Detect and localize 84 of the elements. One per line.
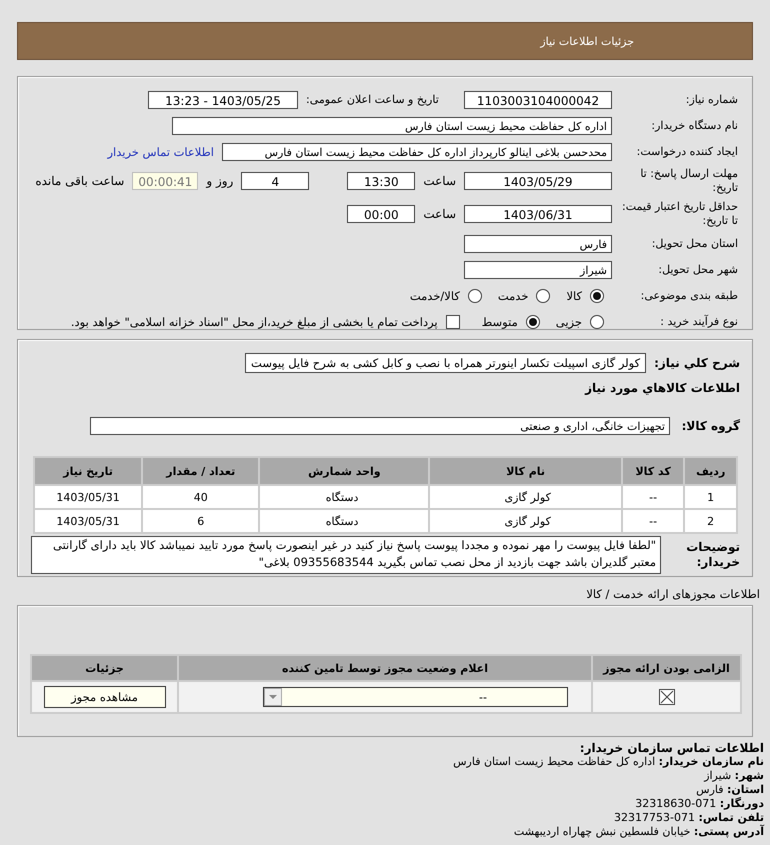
section-heading: اطلاعات کالاهاي مورد نياز <box>584 381 740 395</box>
table-cell: 40 <box>143 486 258 508</box>
header-title: جزئیات اطلاعات نیاز <box>540 34 634 48</box>
table-cell: 2 <box>685 510 736 532</box>
field-label: حداقل تاریخ اعتبار قیمت: تا تاریخ: <box>621 200 738 228</box>
buyer-contact-link[interactable]: اطلاعات تماس خریدار <box>107 144 214 158</box>
section-title: اطلاعات مجوزهای ارائه خدمت / کالا <box>585 587 760 601</box>
radio-label: متوسط <box>482 314 518 328</box>
field-label: استان محل تحویل: <box>650 237 738 250</box>
radio-label: جزیی <box>556 314 582 328</box>
field-label: نام دستگاه خریدار: <box>650 119 738 132</box>
contact-value: اداره کل حفاظت محیط زیست استان فارس <box>453 755 656 768</box>
summary-field: کولر گازی اسپیلت تکسار اینورتر همراه با نصب و کابل کشی به شرح فایل پیوست <box>245 352 646 372</box>
column-header: ردیف <box>685 458 736 484</box>
contact-title: اطلاعات تماس سازمان خریدار: <box>578 741 764 755</box>
field-label: تاریخ و ساعت اعلان عمومی: <box>306 93 440 106</box>
contact-label: آدرس پستی: <box>694 825 764 838</box>
table-cell: 6 <box>143 510 258 532</box>
province-field: فارس <box>464 234 612 252</box>
validity-time-field: 00:00 <box>347 205 416 223</box>
status-dropdown[interactable]: -- <box>263 687 568 707</box>
creator-field: محدحسن بلاغی اینالو کارپرداز اداره کل حفاظت محیط زیست استان فارس <box>222 142 612 160</box>
city-field: شیراز <box>464 260 612 278</box>
deadline-time-field: 13:30 <box>347 172 416 190</box>
countdown-field: 00:00:41 <box>132 172 198 190</box>
radio-label: کالا <box>566 288 582 302</box>
field-label: شماره نیاز: <box>684 93 738 106</box>
field-label: ساعت <box>423 207 456 221</box>
column-header: تعداد / مقدار <box>143 458 258 484</box>
radio-button[interactable] <box>590 288 604 302</box>
days-field: 4 <box>241 172 310 190</box>
column-header: اعلام وضعیت مجوز توسط تامین کننده <box>179 656 591 680</box>
checkbox[interactable] <box>446 314 460 328</box>
field-label: ساعت باقی مانده <box>35 174 124 188</box>
field-label: شهر محل تحویل: <box>657 263 738 276</box>
contact-value: شیراز <box>704 769 732 782</box>
column-header: جزئیات <box>32 656 177 680</box>
validity-date-field: 1403/06/31 <box>464 205 612 223</box>
field-label: شرح کلي نياز: <box>654 356 740 370</box>
contact-value: 071-32317753 <box>614 811 696 824</box>
contact-label: نام سازمان خریدار: <box>658 755 764 768</box>
table-cell: -- <box>622 486 684 508</box>
column-header: کد کالا <box>622 458 684 484</box>
table-cell: 1403/05/31 <box>35 486 142 508</box>
table-cell: کولر گازی <box>430 510 621 532</box>
field-label: طبقه بندی موضوعی: <box>640 289 738 302</box>
column-header: الزامی بودن ارائه مجوز <box>593 656 740 680</box>
radio-button[interactable] <box>536 288 550 302</box>
buyer-org-field: اداره کل حفاظت محیط زیست استان فارس <box>172 116 612 134</box>
buyer-notes-field: "لطفا فایل پیوست را مهر نموده و مجددا پیوست پاسخ نیاز کنید در غیر اینصورت پاسخ مورد تایید نمیباشد کالا باید دارای گارانتی معتبر گلدیران باشد جهت بازدید از محل نصب تماس بگیرید 09355683544 بلاغی" <box>31 536 661 574</box>
field-label: نوع فرآیند خرید : <box>659 315 738 328</box>
table-cell: 1 <box>685 486 736 508</box>
announce-date-field: 1403/05/25 - 13:23 <box>148 90 298 108</box>
field-label: ایجاد کننده درخواست: <box>636 145 738 158</box>
contact-value: خیابان فلسطین نبش چهاراه اردیبهشت <box>514 825 690 838</box>
contact-value: 071-32318630 <box>635 797 716 810</box>
radio-label: کالا/خدمت <box>410 288 460 302</box>
column-header: تاریخ نیاز <box>35 458 142 484</box>
field-label: ساعت <box>423 174 456 188</box>
need-number-field: 1103003104000042 <box>464 90 612 108</box>
table-cell: دستگاه <box>260 486 428 508</box>
radio-button[interactable] <box>468 288 482 302</box>
checkbox-label: پرداخت تمام یا بخشی از مبلغ خرید،از محل "اسناد خزانه اسلامی" خواهد بود. <box>70 314 438 328</box>
table-cell: کولر گازی <box>430 486 621 508</box>
contact-label: استان: <box>727 783 764 796</box>
field-label: توضیحات خریدار: <box>685 540 740 570</box>
goods-group-field: تجهیزات خانگی، اداری و صنعتی <box>90 416 670 434</box>
column-header: واحد شمارش <box>260 458 428 484</box>
contact-value: فارس <box>696 783 724 796</box>
view-license-button[interactable]: مشاهده مجوز <box>44 686 166 708</box>
contact-label: شهر: <box>734 769 764 782</box>
table-cell: -- <box>622 510 684 532</box>
table-cell: 1403/05/31 <box>35 510 142 532</box>
radio-button[interactable] <box>526 314 540 328</box>
field-label: روز و <box>206 174 234 188</box>
field-label: مهلت ارسال پاسخ: تا تاریخ: <box>639 167 738 195</box>
radio-button[interactable] <box>590 314 604 328</box>
deadline-date-field: 1403/05/29 <box>464 172 612 190</box>
contact-label: تلفن تماس: <box>698 811 764 824</box>
column-header: نام کالا <box>430 458 621 484</box>
table-cell: دستگاه <box>260 510 428 532</box>
contact-label: دورنگار: <box>720 797 764 810</box>
field-label: گروه کالا: <box>680 418 740 432</box>
radio-label: خدمت <box>498 288 528 302</box>
